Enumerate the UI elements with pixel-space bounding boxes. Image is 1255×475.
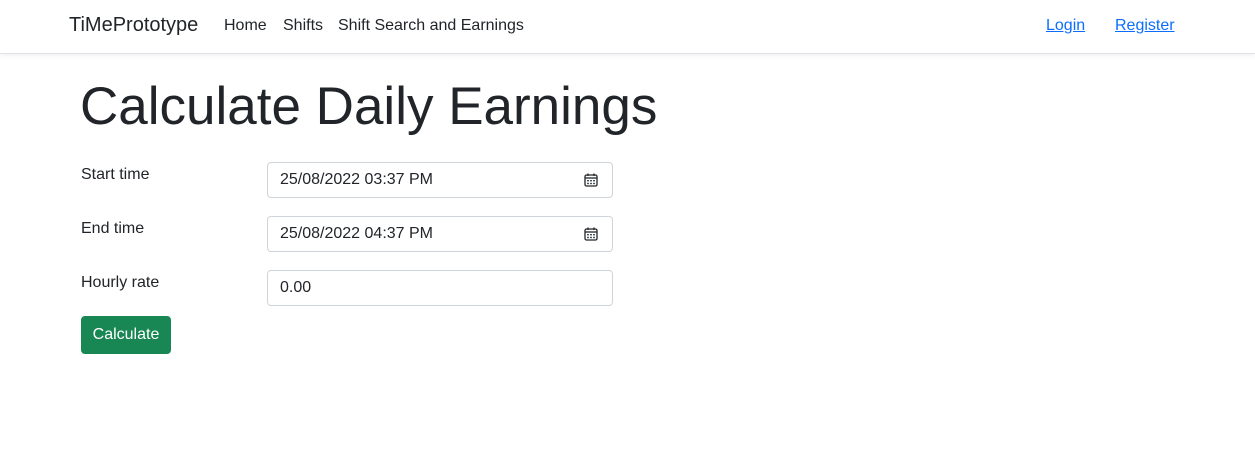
start-time-input[interactable]: 25/08/2022 03:37 PM — [267, 162, 613, 198]
hourly-rate-label: Hourly rate — [81, 274, 160, 291]
end-time-input[interactable]: 25/08/2022 04:37 PM — [267, 216, 613, 252]
calendar-icon[interactable] — [584, 227, 598, 241]
page-title: Calculate Daily Earnings — [80, 77, 658, 136]
nav-link-shift-search-earnings[interactable]: Shift Search and Earnings — [338, 17, 524, 35]
nav-link-home[interactable]: Home — [224, 17, 267, 35]
hourly-rate-input[interactable]: 0.00 — [267, 270, 613, 306]
calculate-button[interactable]: Calculate — [81, 316, 171, 354]
top-navbar: TiMePrototype Home Shifts Shift Search a… — [0, 0, 1255, 54]
start-time-label: Start time — [81, 166, 150, 183]
end-time-label: End time — [81, 220, 145, 237]
nav-link-shifts[interactable]: Shifts — [283, 17, 323, 35]
calendar-icon[interactable] — [584, 173, 598, 187]
login-link[interactable]: Login — [1046, 17, 1085, 35]
brand-link[interactable]: TiMePrototype — [69, 14, 198, 37]
start-time-value: 25/08/2022 03:37 PM — [280, 171, 434, 188]
end-time-value: 25/08/2022 04:37 PM — [280, 225, 434, 242]
hourly-rate-value: 0.00 — [280, 279, 312, 296]
register-link[interactable]: Register — [1115, 17, 1175, 35]
